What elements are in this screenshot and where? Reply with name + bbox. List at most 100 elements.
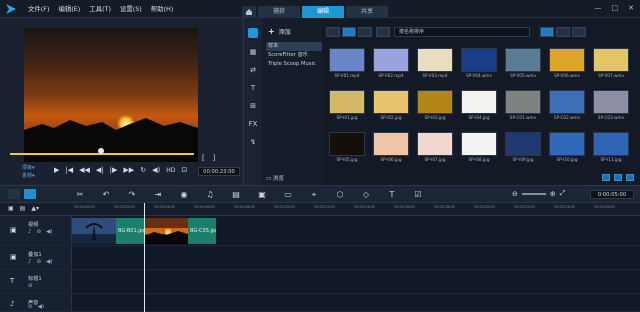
thumbnail-size-button[interactable] — [572, 27, 586, 37]
menu-tools[interactable]: 工具(T) — [89, 4, 111, 13]
repeat-icon[interactable]: ↻ — [140, 166, 146, 174]
media-thumbnail[interactable]: SP-I03.jpg — [416, 90, 454, 122]
tab-edit[interactable]: 编辑 — [302, 6, 344, 18]
3d-icon[interactable]: ⬡ — [334, 189, 346, 200]
track-disable-icon[interactable]: ⊘ — [28, 304, 33, 310]
tab-capture[interactable]: 捕获 — [258, 6, 300, 18]
play-icon[interactable]: ▶ — [54, 166, 59, 174]
track-audio-icon[interactable]: ♪ — [28, 259, 32, 265]
enlarge-icon[interactable]: ⊡ — [181, 166, 187, 174]
media-thumbnail[interactable]: SP-V07.wmv — [592, 48, 630, 80]
fit-timeline-icon[interactable]: ⤢ — [560, 189, 566, 198]
mask-icon[interactable]: ⌖ — [308, 189, 320, 200]
media-thumbnail[interactable]: SP-C01.wmv — [504, 90, 542, 122]
media-thumbnail[interactable]: SP-I09.jpg — [504, 132, 542, 164]
step-back-icon[interactable]: ◀| — [96, 166, 104, 174]
motion-icon[interactable]: ▣ — [256, 189, 268, 200]
list-view-button[interactable] — [540, 27, 554, 37]
media-thumbnail[interactable]: SP-V03.mp4 — [416, 48, 454, 80]
tab-share[interactable]: 共享 — [346, 6, 388, 18]
add-folder-button[interactable]: + 添加 — [268, 27, 291, 36]
timeline-timecode[interactable]: 0:00:05:00 — [590, 190, 634, 199]
mixer-icon[interactable]: ♫ — [204, 189, 216, 200]
media-thumbnail[interactable]: SP-C03.wmv — [592, 90, 630, 122]
timeline-view-button[interactable] — [24, 189, 36, 199]
check-icon[interactable]: ☑ — [412, 189, 424, 200]
grid-view-button[interactable] — [556, 27, 570, 37]
media-thumbnail[interactable]: SP-V01.mp4 — [328, 48, 366, 80]
menu-settings[interactable]: 设置(S) — [120, 4, 142, 13]
show-tracks-icon[interactable]: ▲▾ — [31, 205, 39, 212]
media-thumbnail[interactable]: SP-V04.wmv — [460, 48, 498, 80]
zoom-out-icon[interactable]: ⊖ — [512, 190, 518, 198]
import-media-button[interactable] — [376, 27, 390, 37]
browse-button[interactable]: ▭ 浏览 — [266, 174, 284, 182]
path-icon[interactable]: ↯ — [250, 138, 256, 146]
media-thumbnail[interactable]: SP-I06.jpg — [372, 132, 410, 164]
preview-timecode[interactable]: 00:00:23:00 — [198, 167, 240, 176]
chapter-icon[interactable]: ▤ — [20, 205, 26, 212]
show-photo-button[interactable] — [342, 27, 356, 37]
media-thumbnail[interactable]: SP-V02.mp4 — [372, 48, 410, 80]
media-thumbnail[interactable]: SP-I02.jpg — [372, 90, 410, 122]
volume-icon[interactable]: ◀) — [152, 166, 160, 174]
show-video-button[interactable] — [326, 27, 340, 37]
media-thumbnail[interactable]: SP-I01.jpg — [328, 90, 366, 122]
storyboard-view-button[interactable] — [8, 189, 20, 199]
media-thumbnail[interactable]: SP-I05.jpg — [328, 132, 366, 164]
clip-1[interactable]: BG-B01.jpg — [72, 218, 144, 244]
zoom-slider[interactable] — [521, 192, 546, 195]
minimize-button[interactable]: — — [595, 4, 602, 12]
track-volume-icon[interactable]: ◀) — [38, 304, 44, 310]
menu-edit[interactable]: 编辑(E) — [58, 4, 80, 13]
track-disable-icon[interactable]: ⊘ — [37, 229, 42, 235]
project-mode[interactable]: 项目▾ — [22, 164, 35, 171]
media-icon[interactable] — [248, 28, 258, 38]
folder-item-scorefitter[interactable]: ScoreFitter 音乐 — [266, 51, 322, 60]
menu-file[interactable]: 文件(F) — [28, 4, 49, 13]
scrub-handle[interactable] — [98, 148, 104, 154]
maximize-button[interactable]: □ — [612, 4, 619, 12]
media-thumbnail[interactable]: SP-C02.wmv — [548, 90, 586, 122]
fx-icon[interactable]: FX — [249, 120, 258, 128]
mark-in-button[interactable]: [ — [202, 154, 205, 162]
footer-button[interactable] — [626, 174, 634, 181]
record-icon[interactable]: ◉ — [178, 189, 190, 200]
track-disable-icon[interactable]: ⊘ — [37, 259, 42, 265]
show-audio-button[interactable] — [358, 27, 372, 37]
home-tab[interactable] — [242, 6, 256, 18]
media-thumbnail[interactable]: SP-I10.jpg — [548, 132, 586, 164]
folder-item-triple-scoop[interactable]: Triple Scoop Music — [266, 60, 322, 69]
media-thumbnail[interactable]: SP-V06.wmv — [548, 48, 586, 80]
media-thumbnail[interactable]: SP-I08.jpg — [460, 132, 498, 164]
transition-icon[interactable]: ⇄ — [250, 66, 256, 74]
track-manager-icon[interactable]: ▣ — [8, 205, 14, 212]
redo-icon[interactable]: ↷ — [126, 189, 138, 200]
track-audio-icon[interactable]: ♪ — [28, 229, 32, 235]
media-thumbnail[interactable]: SP-I07.jpg — [416, 132, 454, 164]
track-volume-icon[interactable]: ◀) — [46, 259, 52, 265]
footer-button[interactable] — [602, 174, 610, 181]
media-thumbnail[interactable]: SP-V05.wmv — [504, 48, 542, 80]
next-icon[interactable]: ▶▶ — [123, 166, 134, 174]
title-icon[interactable]: T — [386, 189, 398, 200]
close-button[interactable]: ✕ — [628, 4, 634, 12]
tools-icon[interactable]: ✂ — [74, 189, 86, 200]
previous-icon[interactable]: ◀◀ — [79, 166, 90, 174]
undo-icon[interactable]: ↶ — [100, 189, 112, 200]
title-icon[interactable]: T — [251, 84, 255, 92]
subtitle-icon[interactable]: ▭ — [282, 189, 294, 200]
clip-2[interactable]: BG-C05.jpg — [144, 218, 216, 244]
media-thumbnail[interactable]: SP-I04.jpg — [460, 90, 498, 122]
clip-mode[interactable]: 素材▾ — [22, 172, 35, 179]
auto-music-icon[interactable]: ▤ — [230, 189, 242, 200]
mark-out-button[interactable]: ] — [213, 154, 216, 162]
playhead[interactable] — [144, 203, 145, 312]
ruler-ticks[interactable]: 00:00:00:00 00:00:02:00 00:00:04:00 00:00:0… — [72, 203, 640, 216]
track-volume-icon[interactable]: ◀) — [46, 229, 52, 235]
home-frame-icon[interactable]: |◀ — [65, 166, 73, 174]
multicam-icon[interactable]: ◇ — [360, 189, 372, 200]
sort-dropdown[interactable]: 按名称排序 — [394, 27, 530, 37]
footer-button[interactable] — [614, 174, 622, 181]
step-forward-icon[interactable]: |▶ — [110, 166, 118, 174]
